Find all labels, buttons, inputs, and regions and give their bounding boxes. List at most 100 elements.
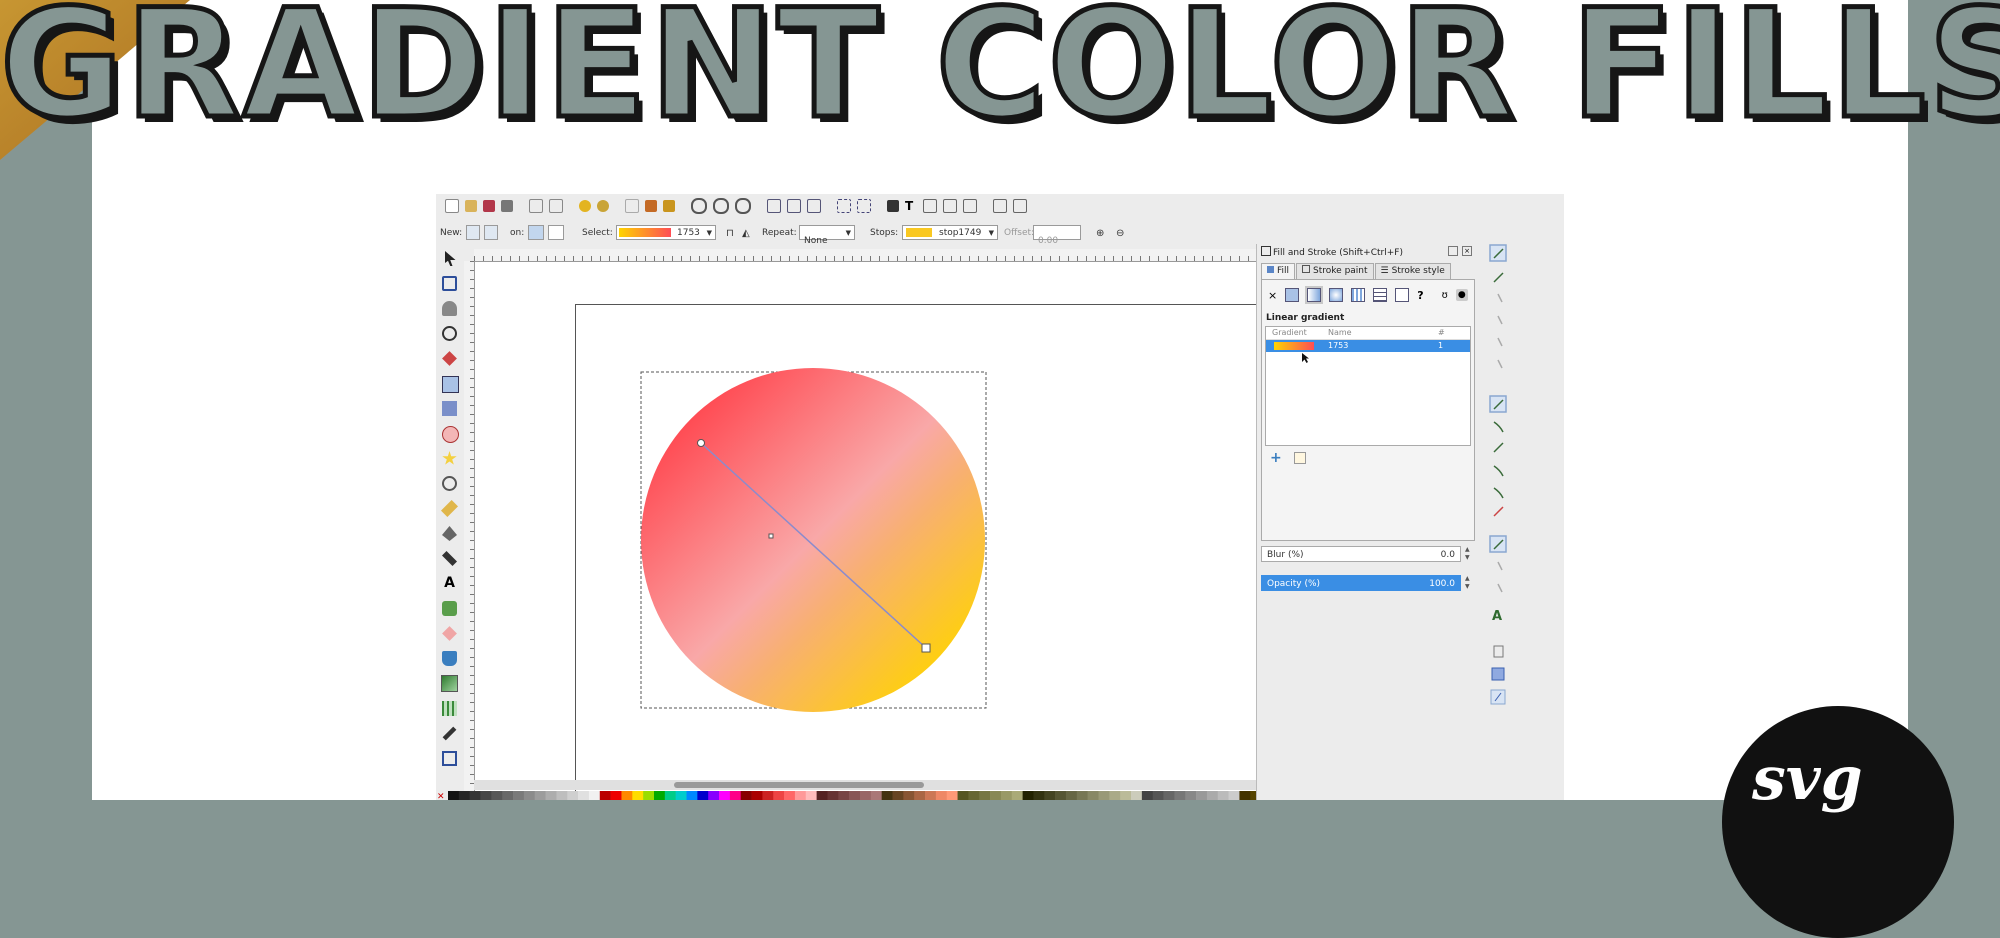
pen-tool-icon[interactable] bbox=[442, 526, 457, 541]
calligraphy-tool-icon[interactable] bbox=[442, 551, 457, 566]
palette-swatch[interactable] bbox=[1152, 791, 1164, 800]
snap-page-border-icon[interactable] bbox=[1497, 359, 1503, 369]
3d-box-tool-icon[interactable] bbox=[442, 401, 457, 416]
palette-swatch[interactable] bbox=[653, 791, 666, 800]
palette-swatch[interactable] bbox=[1033, 791, 1045, 800]
clone-icon[interactable] bbox=[787, 199, 801, 213]
flat-color-icon[interactable] bbox=[1285, 288, 1300, 302]
tab-stroke-style[interactable]: ☰ Stroke style bbox=[1374, 263, 1451, 279]
no-paint-swatch-icon[interactable]: ✕ bbox=[437, 792, 445, 800]
gradient-mid-handle[interactable] bbox=[768, 533, 774, 539]
palette-swatch[interactable] bbox=[469, 791, 481, 800]
palette-swatch[interactable] bbox=[545, 791, 557, 800]
palette-swatch[interactable] bbox=[1131, 791, 1143, 800]
unlink-clone-icon[interactable] bbox=[807, 199, 821, 213]
lock-icon[interactable]: ⊓ bbox=[726, 228, 734, 239]
palette-swatch[interactable] bbox=[588, 791, 601, 800]
radial-gradient-icon[interactable] bbox=[1329, 288, 1344, 302]
palette-swatch[interactable] bbox=[513, 791, 525, 800]
palette-swatch[interactable] bbox=[979, 791, 991, 800]
palette-swatch[interactable] bbox=[762, 791, 774, 800]
tab-fill[interactable]: Fill bbox=[1261, 263, 1296, 279]
text-tool-icon[interactable]: A bbox=[442, 576, 457, 591]
palette-swatch[interactable] bbox=[523, 791, 536, 800]
dialog-close-icon[interactable]: × bbox=[1462, 246, 1472, 256]
open-icon[interactable] bbox=[465, 200, 477, 212]
palette-swatch[interactable] bbox=[567, 791, 579, 800]
fill-stroke-icon[interactable] bbox=[887, 200, 899, 212]
palette-swatch[interactable] bbox=[1022, 791, 1034, 800]
snap-bbox-midpoint-icon[interactable] bbox=[1497, 315, 1503, 325]
measure-tool-icon[interactable] bbox=[442, 351, 457, 366]
snap-rotation-center-icon[interactable] bbox=[1497, 583, 1503, 593]
zoom-drawing-icon[interactable] bbox=[713, 198, 729, 214]
palette-swatch[interactable] bbox=[968, 791, 980, 800]
palette-swatch[interactable] bbox=[729, 791, 742, 800]
reverse-gradient-icon[interactable]: ◭ bbox=[742, 228, 750, 239]
new-radial-button[interactable] bbox=[484, 225, 498, 240]
blur-field[interactable]: Blur (%) 0.0 bbox=[1261, 546, 1461, 562]
zoom-selection-icon[interactable] bbox=[691, 198, 707, 214]
count-column-header[interactable]: # bbox=[1438, 327, 1445, 339]
palette-swatch[interactable] bbox=[675, 791, 687, 800]
spiral-tool-icon[interactable] bbox=[442, 476, 457, 491]
snap-paths-icon[interactable] bbox=[1493, 421, 1504, 433]
palette-swatch[interactable] bbox=[914, 791, 926, 800]
star-tool-icon[interactable] bbox=[442, 451, 457, 465]
document-properties-icon[interactable] bbox=[993, 199, 1007, 213]
gradient-list[interactable]: Gradient Name # 1753 1 bbox=[1265, 326, 1471, 446]
palette-swatch[interactable] bbox=[1076, 791, 1088, 800]
palette-swatch[interactable] bbox=[599, 791, 611, 800]
linear-gradient-icon[interactable] bbox=[1305, 286, 1324, 304]
eraser-tool-icon[interactable] bbox=[442, 626, 457, 641]
palette-swatch[interactable] bbox=[773, 791, 785, 800]
print-icon[interactable] bbox=[501, 200, 513, 212]
palette-swatch[interactable] bbox=[719, 791, 731, 800]
palette-swatch[interactable] bbox=[1055, 791, 1067, 800]
palette-swatch[interactable] bbox=[870, 791, 882, 800]
palette-swatch[interactable] bbox=[1196, 791, 1208, 800]
xml-editor-icon[interactable] bbox=[943, 199, 957, 213]
palette-swatch[interactable] bbox=[838, 791, 850, 800]
palette-swatch[interactable] bbox=[1011, 791, 1023, 800]
snap-center-icon[interactable] bbox=[1497, 561, 1503, 571]
palette-swatch[interactable] bbox=[859, 791, 872, 800]
snap-cusp-nodes-icon[interactable] bbox=[1493, 465, 1504, 477]
palette-swatch[interactable] bbox=[892, 791, 904, 800]
palette-swatch[interactable] bbox=[946, 791, 958, 800]
zoom-tool-icon[interactable] bbox=[442, 326, 457, 341]
add-gradient-icon[interactable]: + bbox=[1270, 451, 1282, 465]
palette-swatch[interactable] bbox=[458, 791, 470, 800]
on-fill-button[interactable] bbox=[528, 225, 544, 240]
unset-paint-icon[interactable]: ? bbox=[1417, 289, 1423, 302]
palette-swatch[interactable] bbox=[816, 791, 828, 800]
palette-swatch[interactable] bbox=[1239, 791, 1251, 800]
blur-spinner[interactable]: ▲ ▼ bbox=[1465, 546, 1473, 562]
copy-icon[interactable] bbox=[625, 199, 639, 213]
redo-icon[interactable] bbox=[597, 200, 609, 212]
selector-tool-icon[interactable] bbox=[445, 251, 456, 266]
palette-swatch[interactable] bbox=[621, 791, 633, 800]
palette-swatch[interactable] bbox=[751, 791, 763, 800]
stops-dropdown[interactable]: stop1749 ▼ bbox=[902, 225, 998, 240]
no-paint-icon[interactable]: × bbox=[1268, 289, 1277, 302]
dropper-tool-icon[interactable] bbox=[442, 726, 457, 741]
palette-swatch[interactable] bbox=[664, 791, 676, 800]
rectangle-tool-icon[interactable] bbox=[442, 376, 459, 393]
ellipse-tool-icon[interactable] bbox=[442, 426, 459, 443]
insert-stop-icon[interactable]: ⊕ bbox=[1096, 228, 1104, 239]
fill-rule-nonzero-icon[interactable]: ● bbox=[1455, 289, 1468, 301]
connector-tool-icon[interactable] bbox=[442, 751, 457, 766]
dialog-restore-icon[interactable] bbox=[1448, 246, 1458, 256]
import-icon[interactable] bbox=[529, 199, 543, 213]
palette-swatch[interactable] bbox=[1044, 791, 1056, 800]
palette-swatch[interactable] bbox=[534, 791, 546, 800]
palette-swatch[interactable] bbox=[491, 791, 503, 800]
palette-swatch[interactable] bbox=[1141, 791, 1154, 800]
palette-swatch[interactable] bbox=[957, 791, 969, 800]
node-tool-icon[interactable] bbox=[442, 276, 457, 291]
palette-swatch[interactable] bbox=[1174, 791, 1186, 800]
palette-swatch[interactable] bbox=[849, 791, 861, 800]
table-row[interactable]: 1753 1 bbox=[1266, 340, 1470, 352]
palette-swatch[interactable] bbox=[1163, 791, 1175, 800]
